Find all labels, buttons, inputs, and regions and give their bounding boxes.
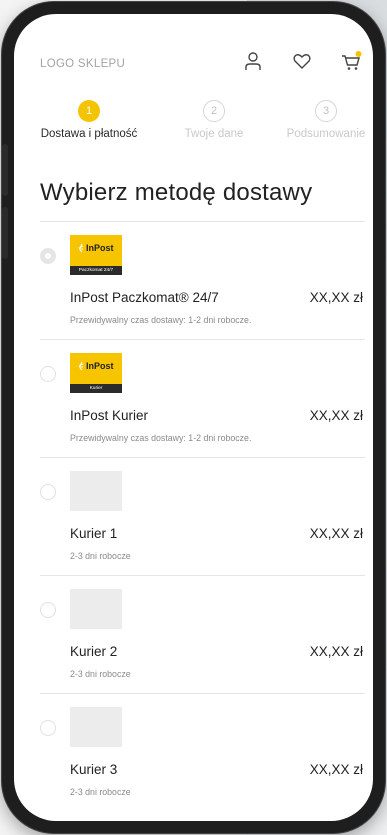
option-name: InPost Paczkomat® 24/7 [70,290,219,305]
cart-icon[interactable] [340,50,362,72]
delivery-option-kurier-3[interactable]: Kurier 3 XX,XX zł 2-3 dni robocze [14,694,373,811]
checkout-steps: 1 Dostawa i płatność 2 Twoje dane 3 Pods… [14,100,373,160]
step-summary[interactable]: 3 Podsumowanie [276,100,373,140]
option-description: 2-3 dni robocze [70,787,131,797]
option-name: InPost Kurier [70,408,149,423]
logo-text: InPost [86,361,114,371]
option-price: XX,XX zł [309,290,363,305]
radio-button[interactable] [40,248,56,264]
side-button [2,144,8,196]
option-name: Kurier 2 [70,644,118,659]
radio-button[interactable] [40,366,56,382]
step-your-data[interactable]: 2 Twoje dane [174,100,254,140]
page-title: Wybierz metodę dostawy [40,179,313,206]
option-name: Kurier 1 [70,526,118,541]
logo-band: Kurier [70,384,122,393]
option-description: 2-3 dni robocze [70,551,131,561]
step-label: Podsumowanie [286,128,366,140]
heart-icon[interactable] [291,50,313,72]
option-name: Kurier 3 [70,762,118,777]
delivery-option-inpost-kurier[interactable]: InPost Kurier InPost Kurier XX,XX zł Prz… [14,340,373,457]
radio-button[interactable] [40,484,56,500]
app-screen: LOGO SKLEPU 1 Dostawa i płatność 2 Twoje… [14,14,373,821]
inpost-paczkomat-logo: InPost Paczkomat 24/7 [70,235,122,275]
option-price: XX,XX zł [309,408,363,423]
step-number: 1 [78,100,100,122]
option-description: Przewidywalny czas dostawy: 1-2 dni robo… [70,433,252,443]
logo-band: Paczkomat 24/7 [70,266,122,275]
option-description: Przewidywalny czas dostawy: 1-2 dni robo… [70,315,252,325]
step-number: 3 [315,100,337,122]
radio-button[interactable] [40,602,56,618]
inpost-kurier-logo: InPost Kurier [70,353,122,393]
carrier-logo-placeholder [70,707,122,747]
option-price: XX,XX zł [309,526,363,541]
step-delivery-payment[interactable]: 1 Dostawa i płatność [34,100,144,140]
radio-button[interactable] [40,720,56,736]
shop-logo[interactable]: LOGO SKLEPU [40,58,125,70]
side-button [2,207,8,259]
delivery-option-kurier-2[interactable]: Kurier 2 XX,XX zł 2-3 dni robocze [14,576,373,693]
delivery-option-kurier-1[interactable]: Kurier 1 XX,XX zł 2-3 dni robocze [14,458,373,575]
delivery-option-inpost-paczkomat[interactable]: InPost Paczkomat 24/7 InPost Paczkomat® … [14,222,373,339]
carrier-logo-placeholder [70,471,122,511]
option-price: XX,XX zł [309,644,363,659]
sun-icon [78,361,84,371]
logo-text: InPost [86,243,114,253]
option-price: XX,XX zł [309,762,363,777]
step-label: Twoje dane [184,128,244,140]
phone-frame: LOGO SKLEPU 1 Dostawa i płatność 2 Twoje… [2,2,385,833]
sun-icon [78,243,84,253]
header: LOGO SKLEPU [14,14,373,109]
option-description: 2-3 dni robocze [70,669,131,679]
user-icon[interactable] [242,50,264,72]
step-label: Dostawa i płatność [40,128,138,140]
carrier-logo-placeholder [70,589,122,629]
step-number: 2 [203,100,225,122]
